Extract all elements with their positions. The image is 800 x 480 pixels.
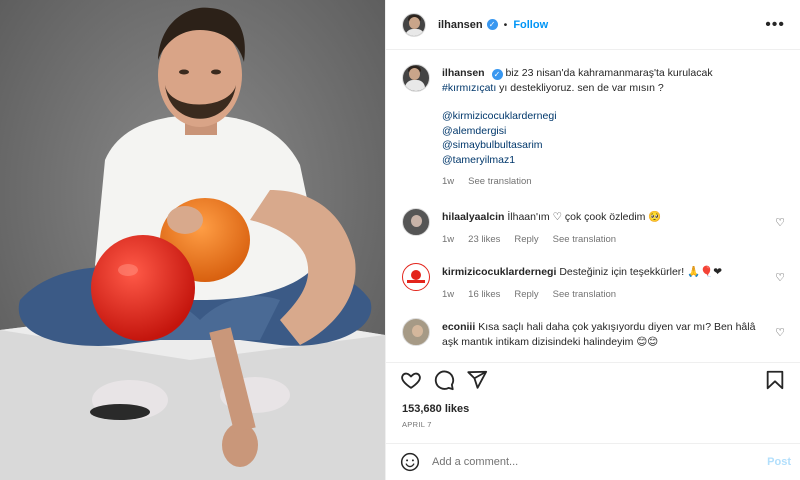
see-translation-button[interactable]: See translation [468, 175, 531, 190]
like-comment-heart-icon[interactable]: ♡ [775, 216, 785, 229]
save-bookmark-icon[interactable] [764, 369, 786, 391]
caption-line2: yı destekliyoruz. sen de var mısın ? [496, 81, 664, 94]
post-side-panel: ilhansen ✓ • Follow ••• ilhansen ✓ biz 2… [385, 0, 800, 480]
comment-time[interactable]: 1w [442, 288, 454, 303]
commenter-avatar[interactable] [402, 263, 430, 291]
caption-username[interactable]: ilhansen [442, 67, 485, 79]
comment-text: İlhaan'ım ♡ çok çook özledim 🥺 [507, 211, 662, 223]
commenter-avatar[interactable] [402, 318, 430, 346]
caption-mention[interactable]: @simaybulbultasarim [442, 138, 772, 153]
author-avatar[interactable] [402, 12, 426, 37]
comment-text: Desteğiniz için teşekkürler! 🙏🎈❤ [559, 266, 723, 278]
likes-count[interactable]: 153,680 likes [402, 403, 469, 415]
see-translation-button[interactable]: See translation [553, 233, 616, 248]
separator-dot: • [503, 18, 508, 31]
action-bar [386, 362, 800, 396]
post-date: APRIL 7 [402, 420, 432, 429]
comment-bubble-icon[interactable] [433, 369, 455, 391]
photo-illustration [0, 0, 385, 480]
comment-text: Kısa saçlı hali daha çok yakışıyordu diy… [442, 321, 756, 348]
commenter-avatar[interactable] [402, 208, 430, 236]
comments-list[interactable]: ilhansen ✓ biz 23 nisan'da kahramanmaraş… [386, 51, 800, 361]
post-photo[interactable] [0, 0, 385, 480]
add-comment-bar: Post [386, 443, 800, 480]
verified-badge-icon: ✓ [491, 69, 503, 80]
reply-button[interactable]: Reply [514, 288, 538, 303]
like-comment-heart-icon[interactable]: ♡ [775, 326, 785, 339]
caption-mention[interactable]: @tameryilmaz1 [442, 153, 772, 168]
reply-button[interactable]: Reply [514, 233, 538, 248]
post-header: ilhansen ✓ • Follow ••• [386, 0, 800, 50]
like-heart-icon[interactable] [400, 369, 422, 391]
caption-mention[interactable]: @kirmizicocuklardernegi [442, 109, 772, 124]
author-username[interactable]: ilhansen [438, 19, 483, 31]
caption-avatar[interactable] [402, 64, 430, 92]
verified-badge-icon: ✓ [486, 19, 498, 30]
share-send-icon[interactable] [466, 369, 488, 391]
caption-hashtag[interactable]: #kırmızıçatı [442, 82, 496, 94]
post-comment-button[interactable]: Post [767, 456, 791, 468]
more-options-icon[interactable]: ••• [765, 16, 785, 34]
comment-time[interactable]: 1w [442, 233, 454, 248]
comment-likes[interactable]: 23 likes [468, 233, 500, 248]
comment-input[interactable] [432, 453, 732, 471]
caption-mention[interactable]: @alemdergisi [442, 124, 772, 139]
instagram-post: ilhansen ✓ • Follow ••• ilhansen ✓ biz 2… [0, 0, 800, 480]
caption-line1: biz 23 nisan'da kahramanmaraş'ta kurulac… [505, 67, 713, 79]
commenter-username[interactable]: hilaalyaalcin [442, 211, 504, 223]
commenter-username[interactable]: kirmizicocuklardernegi [442, 266, 556, 278]
caption-time[interactable]: 1w [442, 175, 454, 190]
see-translation-button[interactable]: See translation [553, 288, 616, 303]
follow-button[interactable]: Follow [513, 19, 548, 31]
like-comment-heart-icon[interactable]: ♡ [775, 271, 785, 284]
comment-likes[interactable]: 16 likes [468, 288, 500, 303]
commenter-username[interactable]: econiii [442, 321, 475, 333]
emoji-icon[interactable] [400, 452, 420, 472]
